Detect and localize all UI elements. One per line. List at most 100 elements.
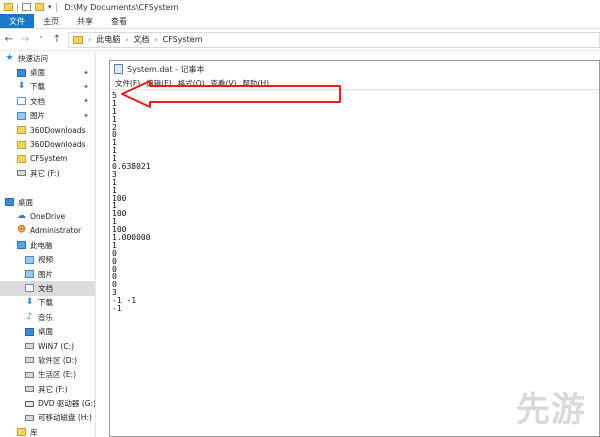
sidebar-item-music[interactable]: ♪ 音乐 xyxy=(0,310,95,324)
new-folder-icon[interactable] xyxy=(35,3,44,11)
notepad-title: System.dat - 记事本 xyxy=(127,64,205,74)
computer-icon xyxy=(17,241,26,250)
sidebar-item-drive-d[interactable]: 软件区 (D:) xyxy=(0,353,95,367)
dvd-icon xyxy=(25,400,34,407)
text-line: 0 xyxy=(112,264,117,274)
sidebar-item-label: 库 xyxy=(30,427,38,437)
sidebar-item-desktop-pc[interactable]: 桌面 xyxy=(0,324,95,338)
drive-icon xyxy=(25,357,34,364)
chevron-down-icon[interactable]: ˅ xyxy=(36,36,46,44)
menu-view[interactable]: 查看(V) xyxy=(208,78,240,89)
sidebar-item-onedrive[interactable]: ☁ OneDrive xyxy=(0,209,95,223)
sidebar-item-label: 桌面 xyxy=(38,327,53,337)
text-line: 1 xyxy=(112,201,117,211)
sidebar-item-drive-f[interactable]: 其它 (F:) xyxy=(0,382,95,396)
folder-icon xyxy=(4,3,13,11)
tab-view[interactable]: 查看 xyxy=(102,14,136,28)
text-line: 1.000000 xyxy=(112,233,151,243)
text-line: 0 xyxy=(112,248,117,258)
sidebar-item-documents-pc[interactable]: 文档 xyxy=(0,281,95,296)
sidebar-item-label: 软件区 (D:) xyxy=(38,355,78,365)
sidebar-item-drive-e[interactable]: 生活区 (E:) xyxy=(0,368,95,382)
text-line: 2 xyxy=(112,122,117,132)
sidebar-item-label: WIN7 (C:) xyxy=(38,341,75,351)
menu-help[interactable]: 帮助(H) xyxy=(240,78,273,89)
sidebar-item-label: 桌面 xyxy=(18,197,33,207)
pin-icon[interactable]: ✦ xyxy=(83,112,89,120)
text-line: 1 xyxy=(112,146,117,156)
tab-home[interactable]: 主页 xyxy=(34,14,68,28)
sidebar-item-cfsystem[interactable]: CFSystem xyxy=(0,152,95,166)
tab-file[interactable]: 文件 xyxy=(0,14,34,28)
menu-edit[interactable]: 编辑(E) xyxy=(143,78,175,89)
breadcrumb-documents[interactable]: 文档 xyxy=(133,34,149,45)
pin-icon[interactable]: ✦ xyxy=(83,83,89,91)
sidebar-item-pictures-pc[interactable]: 图片 xyxy=(0,267,95,281)
sidebar-item-label: 文档 xyxy=(38,283,53,293)
document-icon xyxy=(25,284,34,293)
text-line: 1 xyxy=(112,98,117,108)
text-line: 1 xyxy=(112,114,117,124)
picture-icon xyxy=(17,111,26,120)
folder-icon xyxy=(17,154,26,163)
text-line: -1 xyxy=(112,304,122,314)
sidebar-item-drive-f-quick[interactable]: 其它 (F:) xyxy=(0,166,95,180)
pin-icon[interactable]: ✦ xyxy=(83,97,89,105)
divider xyxy=(55,2,57,12)
notepad-window: System.dat - 记事本 文件(F) 编辑(E) 格式(O) 查看(V)… xyxy=(109,60,600,437)
back-arrow-icon[interactable]: ← xyxy=(4,34,14,45)
sidebar-item-this-pc[interactable]: 此电脑 xyxy=(0,238,95,252)
text-line: 1 xyxy=(112,185,117,195)
sidebar-item-drive-c[interactable]: WIN7 (C:) xyxy=(0,339,95,353)
sidebar-item-label: 可移动磁盘 (H:) xyxy=(38,413,92,423)
sidebar-item-dvd-g[interactable]: DVD 驱动器 (G:) xyxy=(0,396,95,410)
text-line: 1 xyxy=(112,106,117,116)
sidebar-item-label: 桌面 xyxy=(30,68,45,78)
up-arrow-icon[interactable]: ↑ xyxy=(52,34,62,45)
tab-share[interactable]: 共享 xyxy=(68,14,102,28)
sidebar-item-desktop[interactable]: 桌面 ✦ xyxy=(0,65,95,79)
sidebar-item-documents[interactable]: 文档 ✦ xyxy=(0,94,95,108)
sidebar-item-quick-access[interactable]: ★ 快速访问 xyxy=(0,51,95,65)
window-title-path: D:\My Documents\CFSystem xyxy=(64,2,179,12)
sidebar-item-360downloads[interactable]: 360Downloads xyxy=(0,123,95,137)
forward-arrow-icon[interactable]: → xyxy=(20,34,30,45)
notepad-titlebar[interactable]: System.dat - 记事本 xyxy=(110,61,599,77)
navigation-pane[interactable]: ★ 快速访问 桌面 ✦ ⬇ 下载 ✦ 文档 ✦ 图片 ✦ 360Download… xyxy=(0,51,96,437)
sidebar-item-videos[interactable]: 视频 xyxy=(0,252,95,266)
breadcrumb-this-pc[interactable]: 此电脑 xyxy=(96,34,120,45)
navigation-bar: ← → ˅ ↑ › 此电脑 › 文档 › CFSystem xyxy=(0,29,600,51)
text-line: 1 xyxy=(112,138,117,148)
text-line: 1 xyxy=(112,240,117,250)
document-icon xyxy=(17,97,26,106)
sidebar-item-removable-h[interactable]: 可移动磁盘 (H:) xyxy=(0,411,95,425)
desktop-icon xyxy=(25,327,34,336)
text-line: 1 xyxy=(112,217,117,227)
pin-icon[interactable]: ✦ xyxy=(83,69,89,77)
menu-format[interactable]: 格式(O) xyxy=(175,78,208,89)
breadcrumb-cfsystem[interactable]: CFSystem xyxy=(163,35,203,44)
notepad-icon xyxy=(114,64,123,74)
sidebar-item-downloads-pc[interactable]: ⬇ 下载 xyxy=(0,296,95,310)
menu-file[interactable]: 文件(F) xyxy=(112,78,143,89)
sidebar-item-label: 其它 (F:) xyxy=(38,384,68,394)
explorer-titlebar: ▾ D:\My Documents\CFSystem xyxy=(0,0,600,14)
sidebar-item-pictures[interactable]: 图片 ✦ xyxy=(0,109,95,123)
text-line: 0 xyxy=(112,272,117,282)
text-line: 3 xyxy=(112,288,117,298)
drive-icon xyxy=(25,386,34,393)
folder-icon xyxy=(73,35,83,44)
sidebar-item-downloads[interactable]: ⬇ 下载 ✦ xyxy=(0,80,95,94)
address-bar[interactable]: › 此电脑 › 文档 › CFSystem xyxy=(68,31,600,48)
properties-icon[interactable] xyxy=(22,3,31,11)
sidebar-item-desktop-root[interactable]: 桌面 xyxy=(0,195,95,209)
sidebar-item-administrator[interactable]: ☻ Administrator xyxy=(0,224,95,238)
chevron-right-icon: › xyxy=(125,35,129,44)
chevron-down-icon[interactable]: ▾ xyxy=(48,3,52,11)
desktop-icon xyxy=(17,68,26,77)
chevron-right-icon: › xyxy=(88,35,92,44)
sidebar-item-libraries[interactable]: 库 xyxy=(0,425,95,437)
drive-icon xyxy=(25,343,34,349)
chevron-right-icon: › xyxy=(154,35,158,44)
sidebar-item-360downloads-2[interactable]: 360Downloads xyxy=(0,137,95,151)
